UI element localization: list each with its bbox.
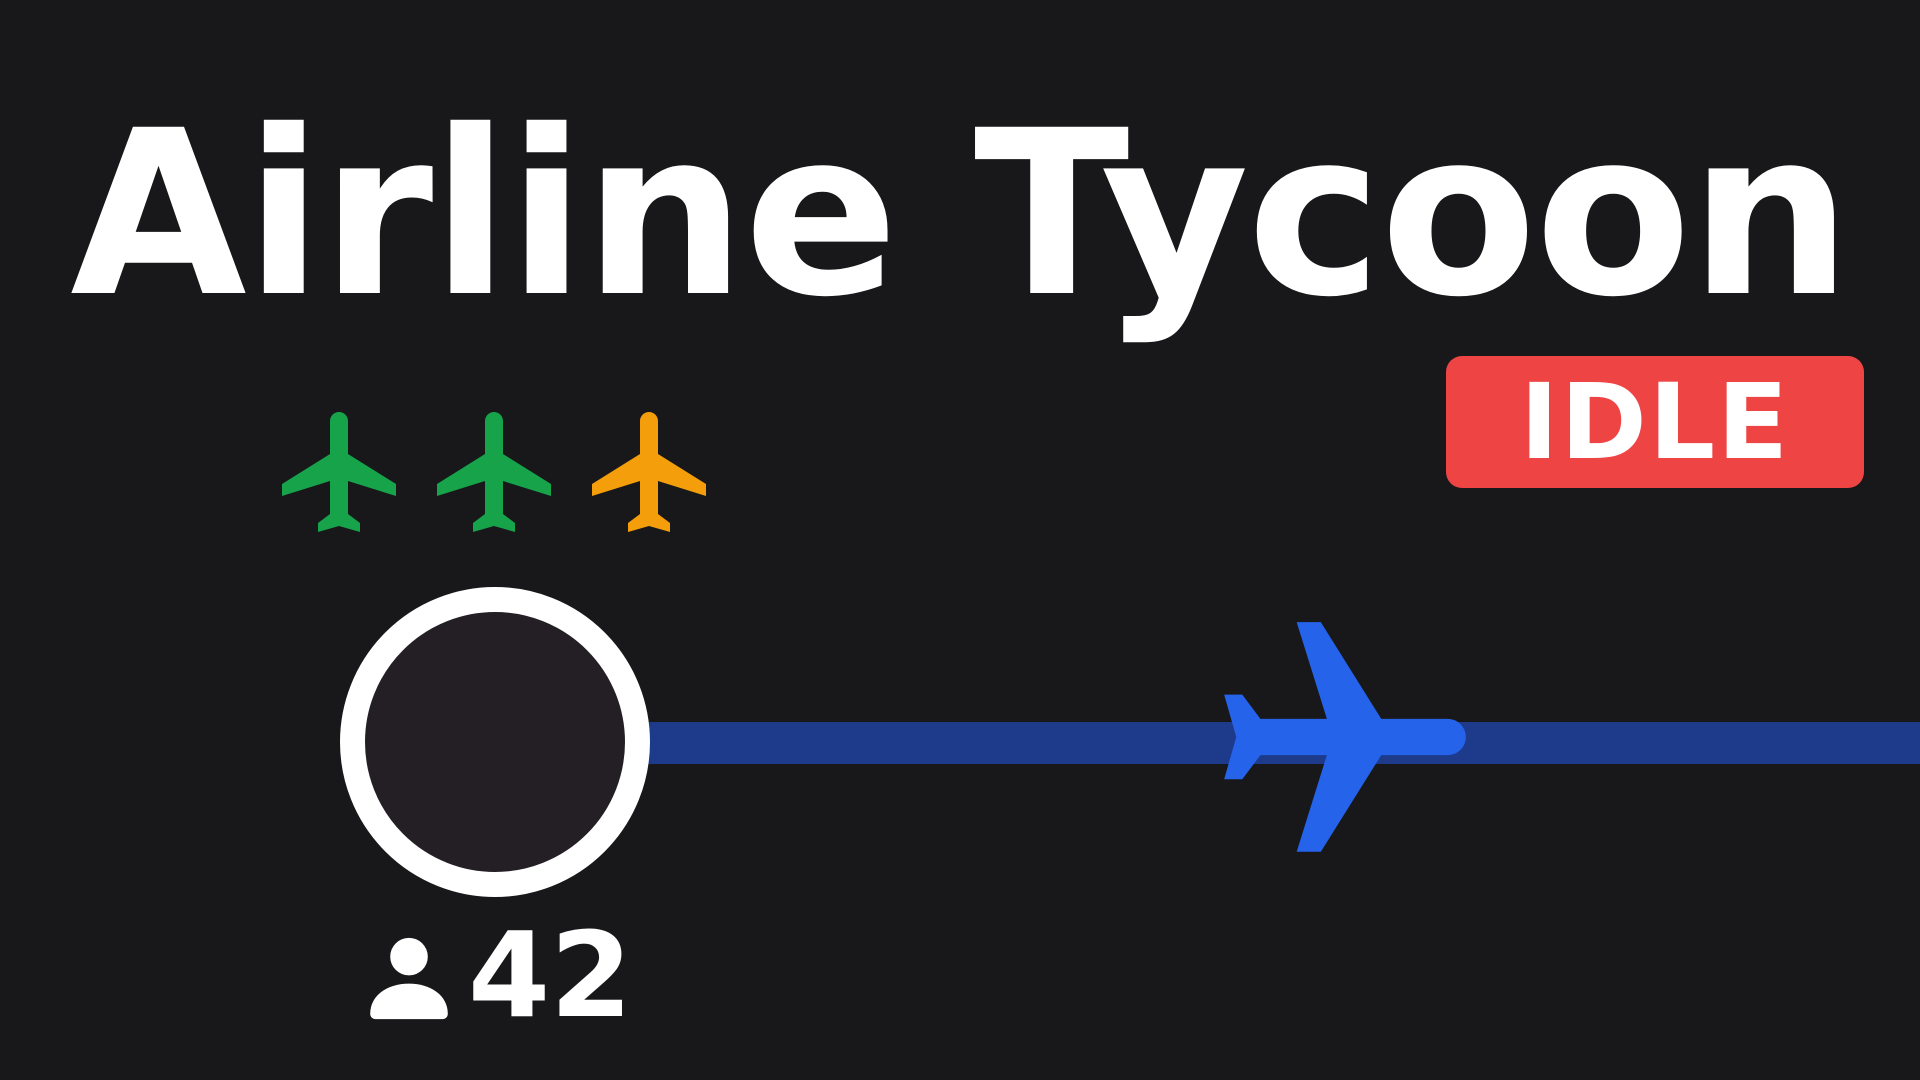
airplane-icon[interactable] (1200, 598, 1490, 888)
game-scene: Airline Tycoon IDLE 42 (0, 0, 1920, 1080)
status-badge: IDLE (1446, 356, 1864, 488)
passenger-count: 42 (468, 906, 633, 1044)
person-icon (370, 937, 448, 1020)
fleet-plane-icon (425, 400, 569, 544)
passenger-counter: 42 (360, 906, 633, 1044)
game-title: Airline Tycoon (70, 81, 1852, 347)
airport-node[interactable] (340, 587, 650, 897)
fleet-plane-icon (580, 400, 724, 544)
fleet-plane-icon (270, 400, 414, 544)
